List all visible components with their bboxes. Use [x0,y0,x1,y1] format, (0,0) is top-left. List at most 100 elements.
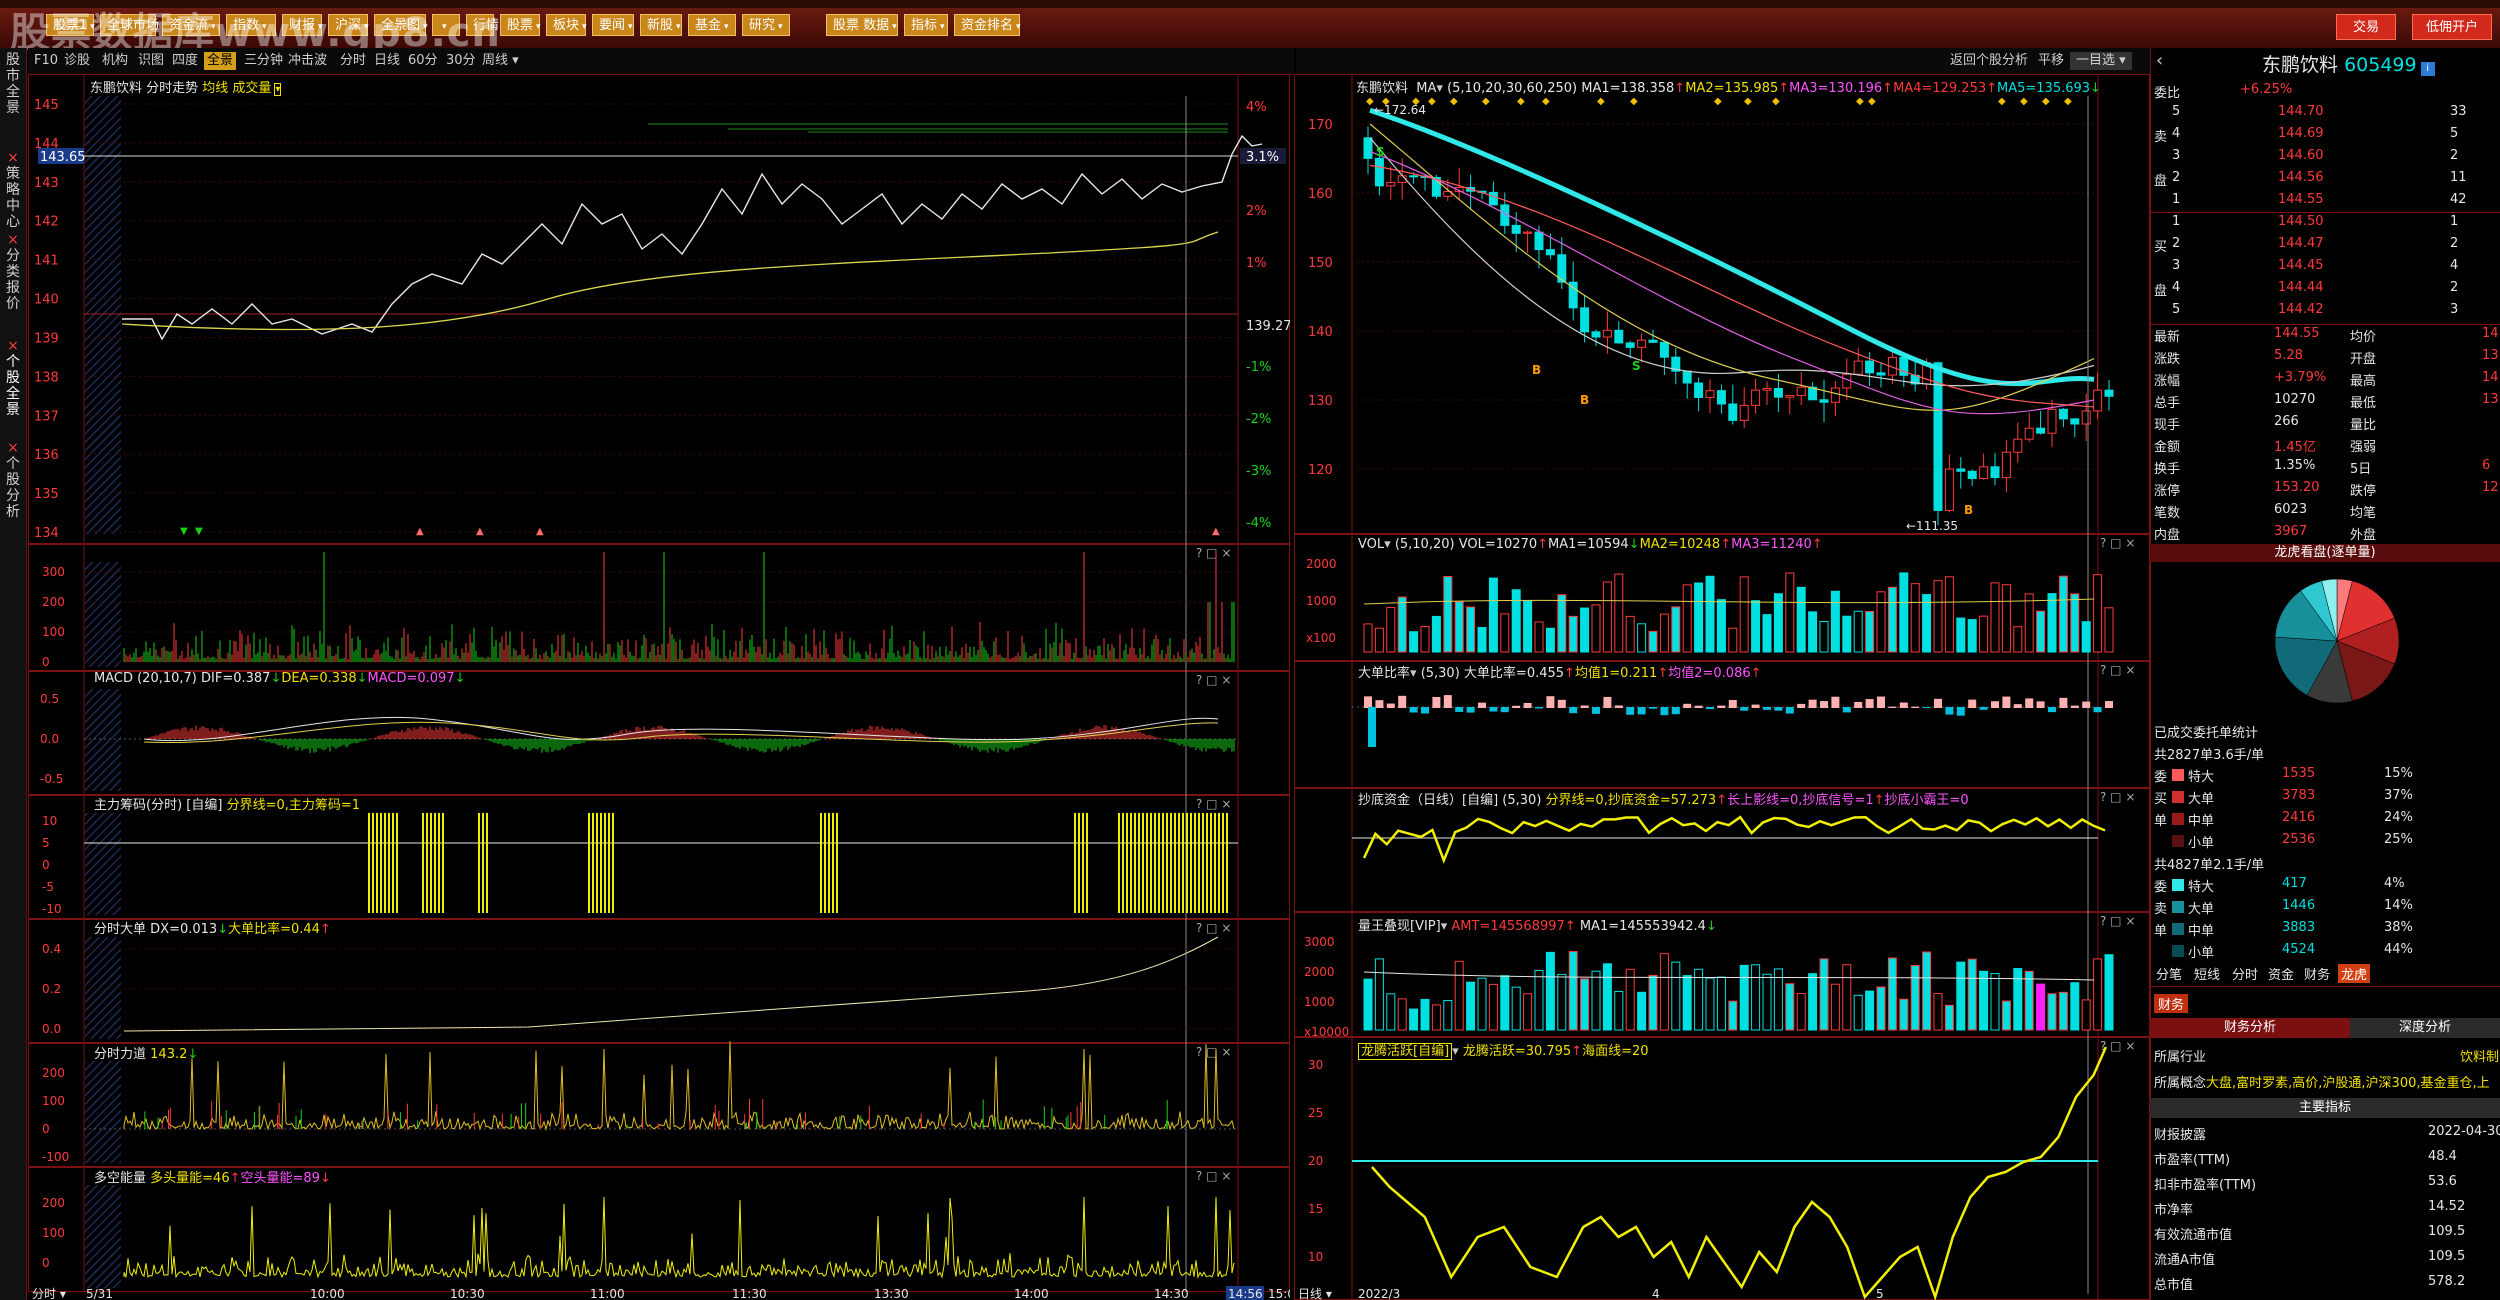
panel-controls-icon: ? □ × [2100,914,2135,928]
sidebar-tab-3[interactable]: × 个股全景 [2,338,24,418]
trade-button[interactable]: 交易 [2336,14,2396,40]
panel-controls-icon: ? □ × [2100,536,2135,550]
deep-analysis-tab[interactable]: 深度分析 [2350,1018,2500,1038]
finance-analysis-tab[interactable]: 财务分析 [2150,1018,2350,1038]
back-to-analysis-link[interactable]: 返回个股分析 [1950,52,2028,70]
menu-15[interactable]: 股票 数据 ▾ [826,14,898,36]
sidebar-tab-char: 股 [6,370,20,386]
buy-summary: 共2827单3.6手/单 [2154,748,2265,763]
lt-name[interactable]: 龙腾活跃[自编] [1358,1043,1453,1060]
event-diamond-icon: ◆ [1856,96,1864,107]
time-tick: 15:00 [1268,1287,1290,1300]
vol-tick: 200 [42,595,65,609]
quote-tab-3[interactable]: 资金 [2268,964,2294,983]
ma4-value: MA4=129.253 [1893,81,1987,96]
quote-stock-code: 605499 [2344,54,2417,76]
dd-tick: 0.0 [42,1022,61,1036]
lt-text2: 海面线=20 [1582,1044,1649,1059]
toolbar-item-11[interactable]: 30分 [446,52,476,70]
toolbar-item-7[interactable]: 冲击波 [288,52,327,70]
close-icon[interactable]: × [2,150,24,166]
lt-tick: 10 [1308,1250,1323,1264]
menu-10[interactable]: 板块 ▾ [546,14,587,36]
quote-tab-0[interactable]: 分笔 [2156,964,2182,983]
fin-row: 市净率 14.52 [2154,1199,2466,1218]
toolbar-item-1[interactable]: 诊股 [64,52,90,70]
toolbar-item-8[interactable]: 分时 [340,52,366,70]
zl-text: 分界线=0,主力筹码=1 [226,798,361,813]
toolbar-item-0[interactable]: F10 [34,52,58,70]
quote-tab-4[interactable]: 财务 [2304,964,2330,983]
pct-tick: -2% [1246,412,1271,427]
open-account-button[interactable]: 低佣开户 [2412,14,2492,40]
pan-button[interactable]: 平移 [2038,52,2064,70]
ll-tick: -100 [42,1150,69,1164]
menu-17[interactable]: 资金排名 ▾ [954,14,1021,36]
menu-label: 要闻 [599,18,626,33]
quote-tab-5[interactable]: 龙虎 [2338,964,2371,983]
lw-ma: MA1=145553942.4 [1579,919,1706,934]
dropdown-arrow-icon: ▾ [536,22,541,32]
quote-stock-name: 东鹏饮料 [2262,54,2339,76]
date-tick: 5 [1876,1287,1884,1300]
prev-close-label: 139.27 [1246,319,1290,334]
menu-16[interactable]: 指标 ▾ [904,14,948,36]
close-icon[interactable]: × [2,338,24,354]
quote-tab-2[interactable]: 分时 [2232,964,2258,983]
vol-ma3: MA3=11240 [1731,537,1812,552]
deal-title: 已成交委托单统计 [2154,726,2259,741]
finance-tab[interactable]: 财务 [2154,994,2189,1013]
quote-tab-1[interactable]: 短线 [2194,964,2220,983]
stat-row: 涨停 153.20 跌停 12 [2154,480,2499,499]
select-dropdown-label: 一目选 [2076,53,2116,68]
toolbar-item-6[interactable]: 三分钟 [244,52,283,70]
menu-11[interactable]: 要闻 ▾ [592,14,634,36]
select-dropdown[interactable]: 一目选 ▾ [2070,52,2132,70]
kline-price-tick: 130 [1308,394,1333,409]
toolbar-item-9[interactable]: 日线 [374,52,400,70]
vol-ma2: MA2=10248 [1639,537,1721,552]
toolbar-item-2[interactable]: 机构 [102,52,128,70]
zl-tick: -10 [42,902,62,916]
dropdown-arrow-icon: ▾ [628,22,633,32]
menu-12[interactable]: 新股 ▾ [640,14,682,36]
low-price-label: ←111.35 [1906,519,1958,533]
info-icon[interactable]: i [2420,62,2435,76]
sidebar-tab-1[interactable]: × 策略中心 [2,150,24,230]
close-icon[interactable]: × [2,440,24,456]
time-tick: 14:00 [1014,1287,1049,1300]
back-chevron-icon[interactable]: ‹ [2156,50,2163,71]
menu-9[interactable]: 股票 ▾ [500,14,541,36]
sidebar-tab-char: 个 [6,354,20,370]
menu-14[interactable]: 研究 ▾ [742,14,790,36]
toolbar-item-12[interactable]: 周线 ▾ [482,52,519,70]
toolbar-item-10[interactable]: 60分 [408,52,438,70]
sidebar-tab-4[interactable]: × 个股分析 [2,440,24,520]
industry-row: 所属行业 饮料制 [2154,1050,2500,1065]
close-icon[interactable]: × [2,232,24,248]
ll-tick: 0 [42,1122,50,1136]
zl-name: 主力筹码(分时) [自编] [94,798,223,813]
intraday-svg: ? □ ×? □ ×? □ ×? □ ×? □ ×? □ ×1451441431… [28,74,1290,1300]
event-diamond-icon: ◆ [1744,96,1752,107]
menu-label: 基金 [695,18,722,33]
main-index-header: 主要指标 [2150,1098,2500,1118]
sidebar-tab-0[interactable]: 股市全景 [2,52,24,116]
kline-vol-tick: x100 [1306,631,1336,645]
ll-name: 分时力道 [94,1047,147,1062]
cdzj-params: (5,30) [1502,793,1542,808]
toolbar-item-3[interactable]: 识图 [138,52,164,70]
stat-row: 笔数 6023 均笔 [2154,502,2377,521]
stat-row: 金额 1.45亿 强弱 [2154,440,2377,455]
toolbar-item-4[interactable]: 四度 [172,52,198,70]
menu-13[interactable]: 基金 ▾ [688,14,736,36]
ll-tick: 100 [42,1094,65,1108]
toolbar-item-5[interactable]: 全景 [204,52,237,70]
event-diamond-icon: ◆ [1517,96,1525,107]
sidebar-tab-2[interactable]: × 分类报价 [2,232,24,312]
dd-text2: 大单比率=0.44 [228,922,320,937]
sidebar-tab-char: 中 [6,198,20,214]
zl-title: 主力筹码(分时) [自编] 分界线=0,主力筹码=1 [94,794,360,813]
signal-icon: ▼ [180,526,188,537]
dropdown-arrow-icon: ▾ [724,22,729,32]
